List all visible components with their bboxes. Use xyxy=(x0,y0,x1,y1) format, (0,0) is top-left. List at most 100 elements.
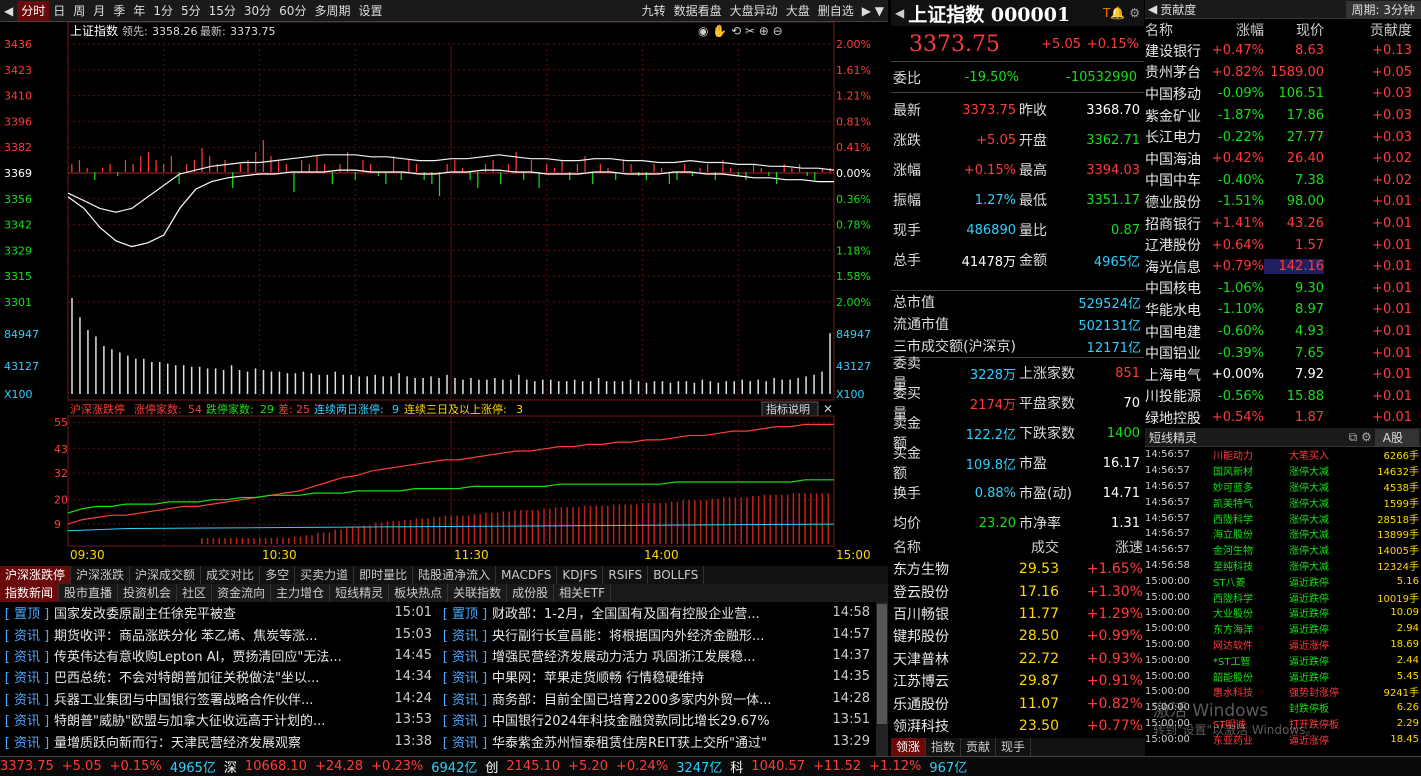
toolbar-right-item-2[interactable]: 大盘异动 xyxy=(726,1,782,21)
toolbar-right-item-3[interactable]: 大盘 xyxy=(782,1,814,21)
indicator-tab-11[interactable]: BOLLFS xyxy=(648,566,705,584)
news-tab-5[interactable]: 主力增仓 xyxy=(271,584,331,602)
indicator-tab-6[interactable]: 即时量比 xyxy=(354,566,414,584)
ticker-row[interactable]: 15:00:00 大业股份 逼近跌停 10.09 xyxy=(1145,605,1421,621)
news-tab-1[interactable]: 股市直播 xyxy=(59,584,119,602)
toolbar-dropdown-icon[interactable]: ▶ ▼ xyxy=(858,1,888,21)
period-select[interactable]: 周期: 3分钟 xyxy=(1345,0,1421,18)
news-tab-7[interactable]: 板块热点 xyxy=(389,584,449,602)
contribution-row[interactable]: 中国核电 -1.06% 9.30 +0.01 xyxy=(1145,278,1421,300)
contribution-row[interactable]: 华能水电 -1.10% 8.97 +0.01 xyxy=(1145,299,1421,321)
contribution-header-cell[interactable]: 现价 xyxy=(1264,20,1324,40)
news-item[interactable]: [ 资讯 ] 量增质跃向新而行：天津民营经济发展观察 13:38 xyxy=(0,730,438,751)
leaders-tab-2[interactable]: 贡献 xyxy=(961,738,997,756)
period-tab-10[interactable]: 60分 xyxy=(275,1,310,21)
toolbar-right-item-1[interactable]: 数据看盘 xyxy=(670,1,726,21)
news-item[interactable]: [ 置顶 ] 财政部：1-2月，全国国有及国有控股企业营... 14:58 xyxy=(438,602,876,623)
ticker-row[interactable]: 15:00:00 韶能股份 逼近跌停 5.45 xyxy=(1145,668,1421,684)
contribution-row[interactable]: 中国海油 +0.42% 26.40 +0.02 xyxy=(1145,148,1421,170)
news-tab-4[interactable]: 资金流向 xyxy=(212,584,272,602)
leader-row[interactable]: 乐通股份 11.07 +0.82% xyxy=(891,692,1145,714)
period-tab-8[interactable]: 15分 xyxy=(205,1,240,21)
alert-icon[interactable]: T🔔 xyxy=(1103,6,1125,20)
ticker-row[interactable]: 14:56:57 西陇科学 涨停大减 28518手 xyxy=(1145,510,1421,526)
ticker-row[interactable]: 14:56:57 海立股份 涨停大减 13899手 xyxy=(1145,526,1421,542)
contribution-row[interactable]: 中国铝业 -0.39% 7.65 +0.01 xyxy=(1145,342,1421,364)
indicator-tab-4[interactable]: 多空 xyxy=(260,566,296,584)
toolbar-left-arrow-icon[interactable]: ◀ xyxy=(0,1,17,21)
ticker-row[interactable]: 15:00:00 *ST工智 逼近跌停 2.44 xyxy=(1145,652,1421,668)
market-select[interactable]: A股 xyxy=(1374,428,1419,446)
ticker-row[interactable]: 14:56:57 妙可蓝多 涨停大减 4538手 xyxy=(1145,479,1421,495)
subchart-close-icon[interactable]: ✕ xyxy=(823,402,833,416)
news-item[interactable]: [ 资讯 ] 中果网：苹果走货顺畅 行情稳硬维持 14:35 xyxy=(438,666,876,687)
contribution-row[interactable]: 辽港股份 +0.64% 1.57 +0.01 xyxy=(1145,234,1421,256)
contribution-row[interactable]: 中国中车 -0.40% 7.38 +0.02 xyxy=(1145,170,1421,192)
contribution-row[interactable]: 上海电气 +0.00% 7.92 +0.01 xyxy=(1145,364,1421,386)
contribution-row[interactable]: 绿地控股 +0.54% 1.87 +0.01 xyxy=(1145,407,1421,429)
toolbar-right-item-4[interactable]: 删自选 xyxy=(814,1,858,21)
news-tab-6[interactable]: 短线精灵 xyxy=(330,584,390,602)
leaders-tab-1[interactable]: 指数 xyxy=(926,738,962,756)
leader-row[interactable]: 键邦股份 28.50 +0.99% xyxy=(891,625,1145,647)
ticker-row[interactable]: 14:56:57 金河生物 涨停大减 14005手 xyxy=(1145,542,1421,558)
news-scrollbar[interactable] xyxy=(876,602,888,756)
news-tab-8[interactable]: 关联指数 xyxy=(448,584,508,602)
news-item[interactable]: [ 置顶 ] 国家发改委原副主任徐宪平被查 15:01 xyxy=(0,602,438,623)
ticker-row[interactable]: 14:56:58 至纯科技 涨停大减 12324手 xyxy=(1145,558,1421,574)
ticker-row[interactable]: 14:56:57 凯美特气 涨停大减 1599手 xyxy=(1145,494,1421,510)
contribution-row[interactable]: 长江电力 -0.22% 27.77 +0.03 xyxy=(1145,126,1421,148)
indicator-tab-1[interactable]: 沪深涨跌 xyxy=(71,566,131,584)
indicator-tab-9[interactable]: KDJFS xyxy=(557,566,604,584)
leaders-tab-0[interactable]: 领涨 xyxy=(891,738,927,756)
leader-row[interactable]: 百川畅银 11.77 +1.29% xyxy=(891,603,1145,625)
toolbar-right-item-0[interactable]: 九转 xyxy=(638,1,670,21)
ticker-row[interactable]: 15:00:00 ST明诚 打开跌停板 2.29 xyxy=(1145,716,1421,732)
news-tab-0[interactable]: 指数新闻 xyxy=(0,584,60,602)
contribution-back-icon[interactable]: ◀ xyxy=(1145,2,1160,16)
indicator-tab-2[interactable]: 沪深成交额 xyxy=(130,566,202,584)
indicator-tab-3[interactable]: 成交对比 xyxy=(201,566,261,584)
ticker-row[interactable]: 15:00:00 封跌停板 6.26 xyxy=(1145,700,1421,716)
period-tab-11[interactable]: 多周期 xyxy=(310,1,354,21)
ticker-popout-icon[interactable]: ⧉ ⚙ xyxy=(1346,430,1375,445)
news-item[interactable]: [ 资讯 ] 特朗普"威胁"欧盟与加拿大征收远高于计划的... 13:53 xyxy=(0,709,438,730)
contribution-row[interactable]: 贵州茅台 +0.82% 1589.00 +0.05 xyxy=(1145,62,1421,84)
news-item[interactable]: [ 资讯 ] 巴西总统：不会对特朗普加征关税做法"坐以... 14:34 xyxy=(0,666,438,687)
ticker-row[interactable]: 14:56:57 川能动力 大笔买入 6266手 xyxy=(1145,447,1421,463)
contribution-header-cell[interactable]: 涨幅 xyxy=(1209,20,1264,40)
indicator-tab-10[interactable]: RSIFS xyxy=(603,566,649,584)
leaders-tab-3[interactable]: 现手 xyxy=(996,738,1032,756)
news-tab-10[interactable]: 相关ETF xyxy=(554,584,611,602)
period-tab-0[interactable]: 分时 xyxy=(17,0,50,21)
ticker-row[interactable]: 14:56:57 国风新材 涨停大减 14632手 xyxy=(1145,463,1421,479)
ticker-row[interactable]: 15:00:00 东方海洋 逼近跌停 2.94 xyxy=(1145,621,1421,637)
period-tab-7[interactable]: 5分 xyxy=(177,1,205,21)
leader-row[interactable]: 天津普林 22.72 +0.93% xyxy=(891,648,1145,670)
contribution-row[interactable]: 中国电建 -0.60% 4.93 +0.01 xyxy=(1145,321,1421,343)
contribution-header-cell[interactable]: 贡献度 xyxy=(1324,20,1416,40)
leaders-header-cell[interactable]: 涨速 xyxy=(1059,537,1143,557)
news-item[interactable]: [ 资讯 ] 中国银行2024年科技金融贷款同比增长29.67% 13:51 xyxy=(438,709,876,730)
leader-row[interactable]: 东方生物 29.53 +1.65% xyxy=(891,558,1145,580)
contribution-row[interactable]: 海光信息 +0.79% 142.16 +0.01 xyxy=(1145,256,1421,278)
news-tab-2[interactable]: 投资机会 xyxy=(118,584,178,602)
leaders-header-cell[interactable]: 成交 xyxy=(985,537,1059,557)
contribution-row[interactable]: 招商银行 +1.41% 43.26 +0.01 xyxy=(1145,213,1421,235)
news-item[interactable]: [ 资讯 ] 增强民营经济发展动力活力 巩固浙江发展稳... 14:37 xyxy=(438,645,876,666)
ticker-row[interactable]: 15:00:00 西陇科学 逼近跌停 10019手 xyxy=(1145,589,1421,605)
period-tab-1[interactable]: 日 xyxy=(49,1,69,21)
leaders-header-cell[interactable]: 名称 xyxy=(891,537,985,557)
period-tab-5[interactable]: 年 xyxy=(129,1,149,21)
contribution-row[interactable]: 紫金矿业 -1.87% 17.86 +0.03 xyxy=(1145,105,1421,127)
quote-back-icon[interactable]: ◀ xyxy=(891,6,908,20)
period-tab-12[interactable]: 设置 xyxy=(354,1,386,21)
contribution-header-cell[interactable]: 名称 xyxy=(1145,20,1209,40)
leader-row[interactable]: 领湃科技 23.50 +0.77% xyxy=(891,715,1145,737)
leader-row[interactable]: 江苏博云 29.87 +0.91% xyxy=(891,670,1145,692)
indicator-tab-8[interactable]: MACDFS xyxy=(496,566,558,584)
leader-row[interactable]: 登云股份 17.16 +1.30% xyxy=(891,580,1145,602)
contribution-row[interactable]: 建设银行 +0.47% 8.63 +0.13 xyxy=(1145,40,1421,62)
contribution-row[interactable]: 川投能源 -0.56% 15.88 +0.01 xyxy=(1145,386,1421,408)
ticker-row[interactable]: 15:00:00 ST八菱 逼近跌停 5.16 xyxy=(1145,573,1421,589)
